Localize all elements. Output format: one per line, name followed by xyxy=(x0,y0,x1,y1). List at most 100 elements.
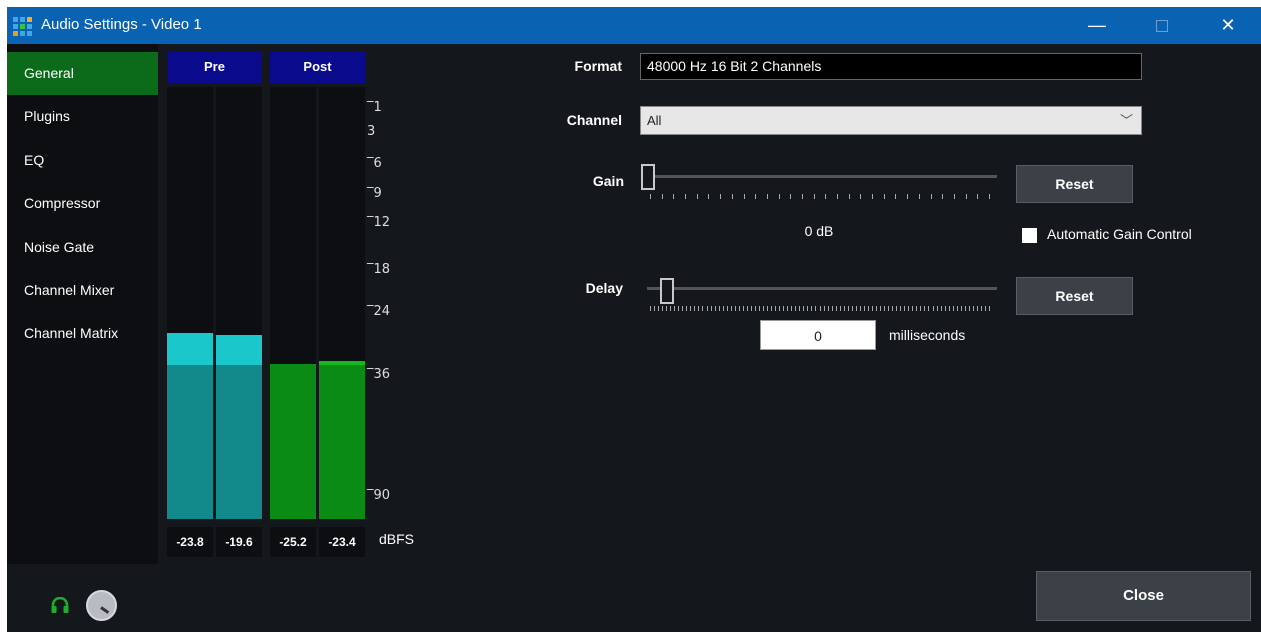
slider-tick xyxy=(795,306,796,311)
delay-slider-ticks xyxy=(650,306,990,311)
slider-tick xyxy=(654,306,655,311)
slider-tick xyxy=(723,306,724,311)
slider-tick xyxy=(743,306,744,311)
slider-tick xyxy=(969,306,970,311)
slider-tick xyxy=(908,306,909,311)
slider-tick xyxy=(666,306,667,311)
slider-tick xyxy=(937,306,938,311)
meter-pre-left xyxy=(167,87,213,519)
slider-tick xyxy=(650,194,651,199)
close-icon: ✕ xyxy=(1220,15,1236,35)
sidebar-item-noise-gate[interactable]: Noise Gate xyxy=(7,226,158,269)
minimize-button[interactable]: — xyxy=(1074,7,1120,44)
delay-input[interactable]: 0 xyxy=(760,320,876,350)
footer: Close xyxy=(7,564,1261,632)
slider-tick xyxy=(755,194,756,199)
slider-tick xyxy=(787,306,788,311)
slider-tick xyxy=(884,194,885,199)
delay-unit-label: milliseconds xyxy=(889,327,966,343)
maximize-button[interactable] xyxy=(1139,7,1185,44)
slider-tick xyxy=(682,306,683,311)
close-window-button[interactable]: ✕ xyxy=(1205,7,1251,44)
slider-tick xyxy=(942,194,943,199)
post-header: Post xyxy=(270,51,365,83)
channel-select-value: All xyxy=(647,113,662,128)
gain-reset-button[interactable]: Reset xyxy=(1016,165,1133,203)
audio-settings-window: Audio Settings - Video 1 — ✕ General Plu… xyxy=(7,7,1261,632)
slider-tick xyxy=(953,306,954,311)
meter-value-post-right: -23.4 xyxy=(319,527,365,557)
slider-tick xyxy=(840,306,841,311)
meter-peak xyxy=(216,335,262,365)
agc-label: Automatic Gain Control xyxy=(1047,226,1192,242)
slider-tick xyxy=(945,306,946,311)
sidebar-item-label: Channel Mixer xyxy=(24,282,115,298)
slider-tick xyxy=(949,306,950,311)
slider-tick xyxy=(815,306,816,311)
slider-tick xyxy=(739,306,740,311)
sidebar-item-general[interactable]: General xyxy=(7,52,158,95)
sidebar-item-eq[interactable]: EQ xyxy=(7,139,158,182)
scale-tick: ‾90 xyxy=(367,488,391,503)
headphones-icon[interactable] xyxy=(51,597,69,613)
slider-tick xyxy=(931,194,932,199)
meter-level xyxy=(270,364,316,519)
slider-tick xyxy=(912,306,913,311)
scale-tick: 3 xyxy=(367,124,376,139)
slider-tick xyxy=(828,306,829,311)
delay-slider-track[interactable] xyxy=(647,287,997,290)
delay-reset-button[interactable]: Reset xyxy=(1016,277,1133,315)
slider-tick xyxy=(849,194,850,199)
slider-tick xyxy=(711,306,712,311)
slider-tick xyxy=(670,306,671,311)
slider-tick xyxy=(720,194,721,199)
slider-tick xyxy=(852,306,853,311)
slider-tick xyxy=(674,306,675,311)
sidebar-item-plugins[interactable]: Plugins xyxy=(7,95,158,138)
gain-slider-track[interactable] xyxy=(647,175,997,178)
slider-tick xyxy=(803,306,804,311)
slider-tick xyxy=(989,306,990,311)
slider-tick xyxy=(690,306,691,311)
slider-tick xyxy=(941,306,942,311)
slider-tick xyxy=(981,306,982,311)
sidebar-item-channel-matrix[interactable]: Channel Matrix xyxy=(7,312,158,355)
close-button[interactable]: Close xyxy=(1036,571,1251,621)
volume-knob-icon[interactable] xyxy=(86,590,117,621)
slider-tick xyxy=(825,194,826,199)
sidebar-item-label: General xyxy=(24,65,74,81)
slider-tick xyxy=(933,306,934,311)
slider-tick xyxy=(694,306,695,311)
slider-tick xyxy=(727,306,728,311)
channel-select[interactable]: All ﹀ xyxy=(640,106,1142,135)
sidebar-item-channel-mixer[interactable]: Channel Mixer xyxy=(7,269,158,312)
sidebar-item-compressor[interactable]: Compressor xyxy=(7,182,158,225)
slider-tick xyxy=(832,306,833,311)
slider-tick xyxy=(954,194,955,199)
delay-slider-thumb[interactable] xyxy=(660,278,674,304)
slider-tick xyxy=(844,306,845,311)
slider-tick xyxy=(662,306,663,311)
scale-tick: ‾24 xyxy=(367,304,391,319)
maximize-icon xyxy=(1156,20,1168,33)
pre-header: Pre xyxy=(167,51,262,83)
agc-checkbox[interactable] xyxy=(1022,228,1037,243)
sidebar-item-label: EQ xyxy=(24,152,45,168)
scale-tick: ‾1 xyxy=(367,100,382,115)
slider-tick xyxy=(650,306,651,311)
slider-tick xyxy=(735,306,736,311)
format-label: Format xyxy=(574,58,622,74)
slider-tick xyxy=(658,306,659,311)
title-bar: Audio Settings - Video 1 — ✕ xyxy=(7,7,1261,44)
meter-post-right xyxy=(319,87,365,519)
slider-tick xyxy=(807,306,808,311)
slider-tick xyxy=(880,306,881,311)
slider-tick xyxy=(732,194,733,199)
slider-tick xyxy=(707,306,708,311)
meter-peak xyxy=(167,333,213,365)
slider-tick xyxy=(747,306,748,311)
slider-tick xyxy=(662,194,663,199)
gain-slider-thumb[interactable] xyxy=(641,164,655,190)
meter-post-left xyxy=(270,87,316,519)
format-field: 48000 Hz 16 Bit 2 Channels xyxy=(640,53,1142,80)
